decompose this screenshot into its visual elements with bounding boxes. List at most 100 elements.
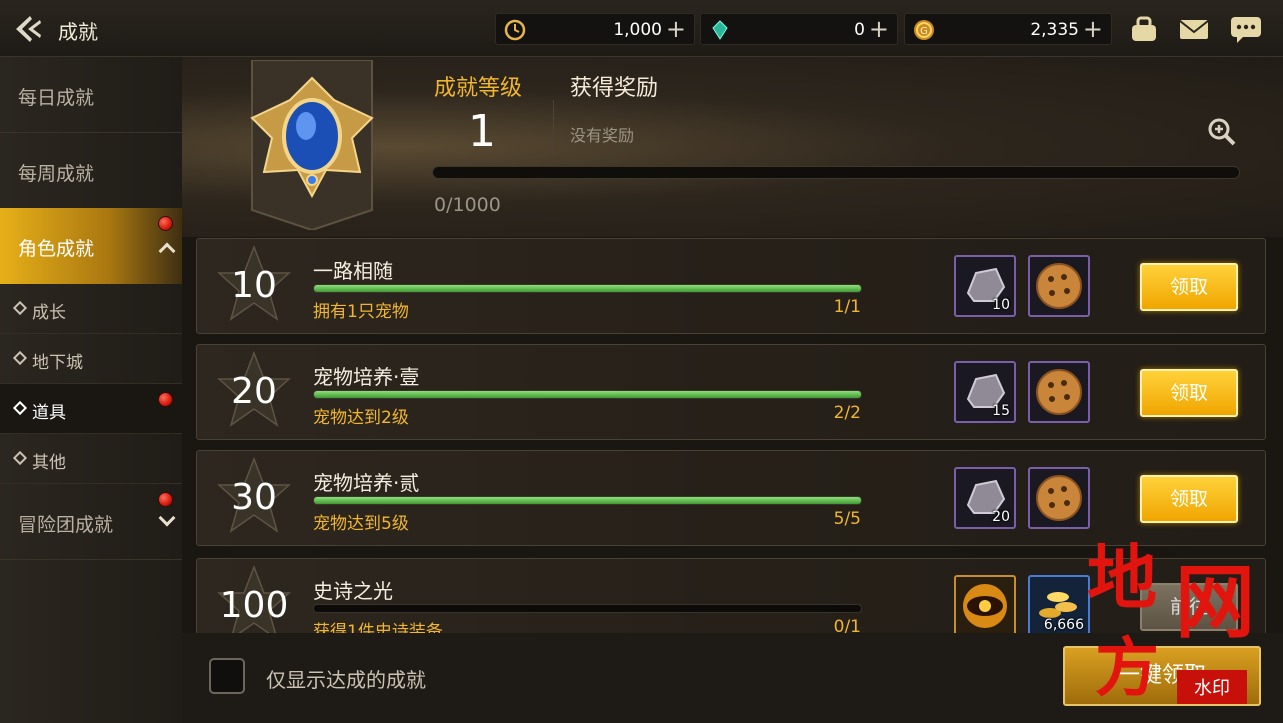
sidebar-subitem-label: 道具: [32, 403, 66, 423]
reward-item[interactable]: [1028, 361, 1090, 423]
achievement-progress-bar: [432, 166, 1240, 179]
goto-button[interactable]: 前往: [1140, 583, 1238, 631]
sidebar-item-character[interactable]: 角色成就: [0, 208, 182, 284]
achievement-points: 20: [231, 371, 277, 412]
notification-dot: [158, 392, 173, 407]
diamond-icon: [12, 450, 28, 466]
achievement-count: 2/2: [833, 403, 861, 423]
achievement-row: 100 史诗之光 获得1件史诗装备 0/1 6,666 前往: [196, 558, 1266, 633]
item-quantity: 15: [992, 403, 1010, 419]
reward-item[interactable]: [954, 575, 1016, 633]
achievement-desc: 宠物达到5级: [313, 514, 409, 534]
sidebar-subitem-label: 成长: [32, 303, 66, 323]
chevron-down-icon: [158, 509, 176, 527]
sidebar-item-weekly[interactable]: 每周成就: [0, 133, 182, 209]
achievement-name: 一路相随: [313, 259, 393, 283]
diamond-icon: [12, 400, 28, 416]
cookie-icon: [1036, 263, 1082, 309]
green-gem-icon: [712, 20, 728, 40]
achievement-progress-bar: [313, 284, 862, 293]
sidebar-subitem-dungeon[interactable]: 地下城: [0, 334, 182, 384]
epic-eye-icon: [963, 584, 1007, 628]
reward-item[interactable]: 15: [954, 361, 1016, 423]
diamond-icon: [12, 350, 28, 366]
achievement-progress-text: 0/1000: [434, 194, 501, 216]
item-quantity: 20: [992, 509, 1010, 525]
only-completed-label: 仅显示达成的成就: [266, 668, 426, 692]
item-quantity: 10: [992, 297, 1010, 313]
add-currency-button[interactable]: +: [869, 16, 889, 42]
sidebar-item-daily[interactable]: 每日成就: [0, 57, 182, 133]
only-completed-checkbox[interactable]: [209, 658, 245, 694]
achievement-progress-bar: [313, 390, 862, 399]
claim-button[interactable]: 领取: [1140, 369, 1238, 417]
top-bar: 成就 1,000 + 0 + G 2,335 +: [0, 0, 1283, 57]
sidebar-subitem-label: 地下城: [32, 353, 83, 373]
achievement-progress-bar: [313, 496, 862, 505]
achievement-desc: 宠物达到2级: [313, 408, 409, 428]
rewards-empty-text: 没有奖励: [570, 126, 635, 145]
claim-button[interactable]: 领取: [1140, 263, 1238, 311]
currency-value: 1,000: [613, 20, 662, 40]
currency-gem: 0 +: [700, 13, 898, 45]
rewards-label: 获得奖励: [570, 76, 659, 101]
cookie-icon: [1036, 475, 1082, 521]
category-sidebar: 每日成就 每周成就 角色成就 成长 地下城 道具 其他 冒险团成就: [0, 57, 182, 723]
chat-icon[interactable]: [1229, 13, 1263, 45]
back-arrow-icon[interactable]: [10, 12, 46, 46]
currency-value: 2,335: [1030, 20, 1079, 40]
achievement-row: 30 宠物培养·贰 宠物达到5级 5/5 20 领取: [196, 450, 1266, 546]
achievement-level-label: 成就等级: [434, 76, 523, 101]
progress-fill: [314, 497, 861, 504]
sidebar-subitem-other[interactable]: 其他: [0, 434, 182, 484]
notification-dot: [158, 492, 173, 507]
claim-all-button[interactable]: 一键领取: [1063, 646, 1261, 706]
sidebar-item-label: 冒险团成就: [18, 514, 114, 536]
sidebar-subitem-label: 其他: [32, 453, 66, 473]
mail-icon[interactable]: [1177, 13, 1211, 45]
achievement-points: 100: [219, 585, 289, 626]
reward-item[interactable]: [1028, 255, 1090, 317]
achievement-desc: 拥有1只宠物: [313, 302, 409, 322]
achievement-name: 宠物培养·贰: [313, 471, 420, 495]
achievement-points: 10: [231, 265, 277, 306]
achievement-name: 史诗之光: [313, 579, 393, 603]
add-currency-button[interactable]: +: [666, 16, 686, 42]
currency-gold: G 2,335 +: [904, 13, 1112, 45]
progress-fill: [314, 391, 861, 398]
claim-button[interactable]: 领取: [1140, 475, 1238, 523]
achievement-row: 10 一路相随 拥有1只宠物 1/1 10 领取: [196, 238, 1266, 334]
cookie-icon: [1036, 369, 1082, 415]
sidebar-item-label: 每日成就: [18, 87, 95, 109]
progress-fill: [314, 285, 861, 292]
zoom-in-icon[interactable]: [1206, 116, 1238, 148]
clock-coin-icon: [504, 19, 526, 41]
sidebar-subitem-items[interactable]: 道具: [0, 384, 182, 434]
divider: [553, 100, 554, 156]
gold-coin-icon: G: [914, 20, 934, 40]
item-quantity: 6,666: [1043, 617, 1084, 633]
achievement-list[interactable]: 10 一路相随 拥有1只宠物 1/1 10 领取 20 宠物培养·壹 宠物达到2…: [196, 238, 1266, 633]
achievement-progress-bar: [313, 604, 862, 613]
achievement-emblem-icon: [250, 60, 374, 230]
achievement-count: 1/1: [833, 297, 861, 317]
reward-item[interactable]: 6,666: [1028, 575, 1090, 633]
sidebar-subitem-growth[interactable]: 成长: [0, 284, 182, 334]
achievement-desc: 获得1件史诗装备: [313, 622, 443, 633]
achievement-count: 0/1: [833, 617, 861, 633]
sidebar-item-adventure[interactable]: 冒险团成就: [0, 484, 182, 560]
notification-dot: [158, 216, 173, 231]
achievement-row: 20 宠物培养·壹 宠物达到2级 2/2 15 领取: [196, 344, 1266, 440]
diamond-icon: [12, 300, 28, 316]
currency-value: 0: [854, 20, 865, 40]
bag-icon[interactable]: [1127, 13, 1161, 45]
achievement-name: 宠物培养·壹: [313, 365, 420, 389]
achievement-level-value: 1: [468, 106, 496, 157]
add-currency-button[interactable]: +: [1083, 16, 1103, 42]
achievement-points: 30: [231, 477, 277, 518]
reward-item[interactable]: [1028, 467, 1090, 529]
reward-item[interactable]: 10: [954, 255, 1016, 317]
reward-item[interactable]: 20: [954, 467, 1016, 529]
chevron-up-icon: [158, 242, 176, 260]
svg-text:G: G: [920, 26, 928, 37]
